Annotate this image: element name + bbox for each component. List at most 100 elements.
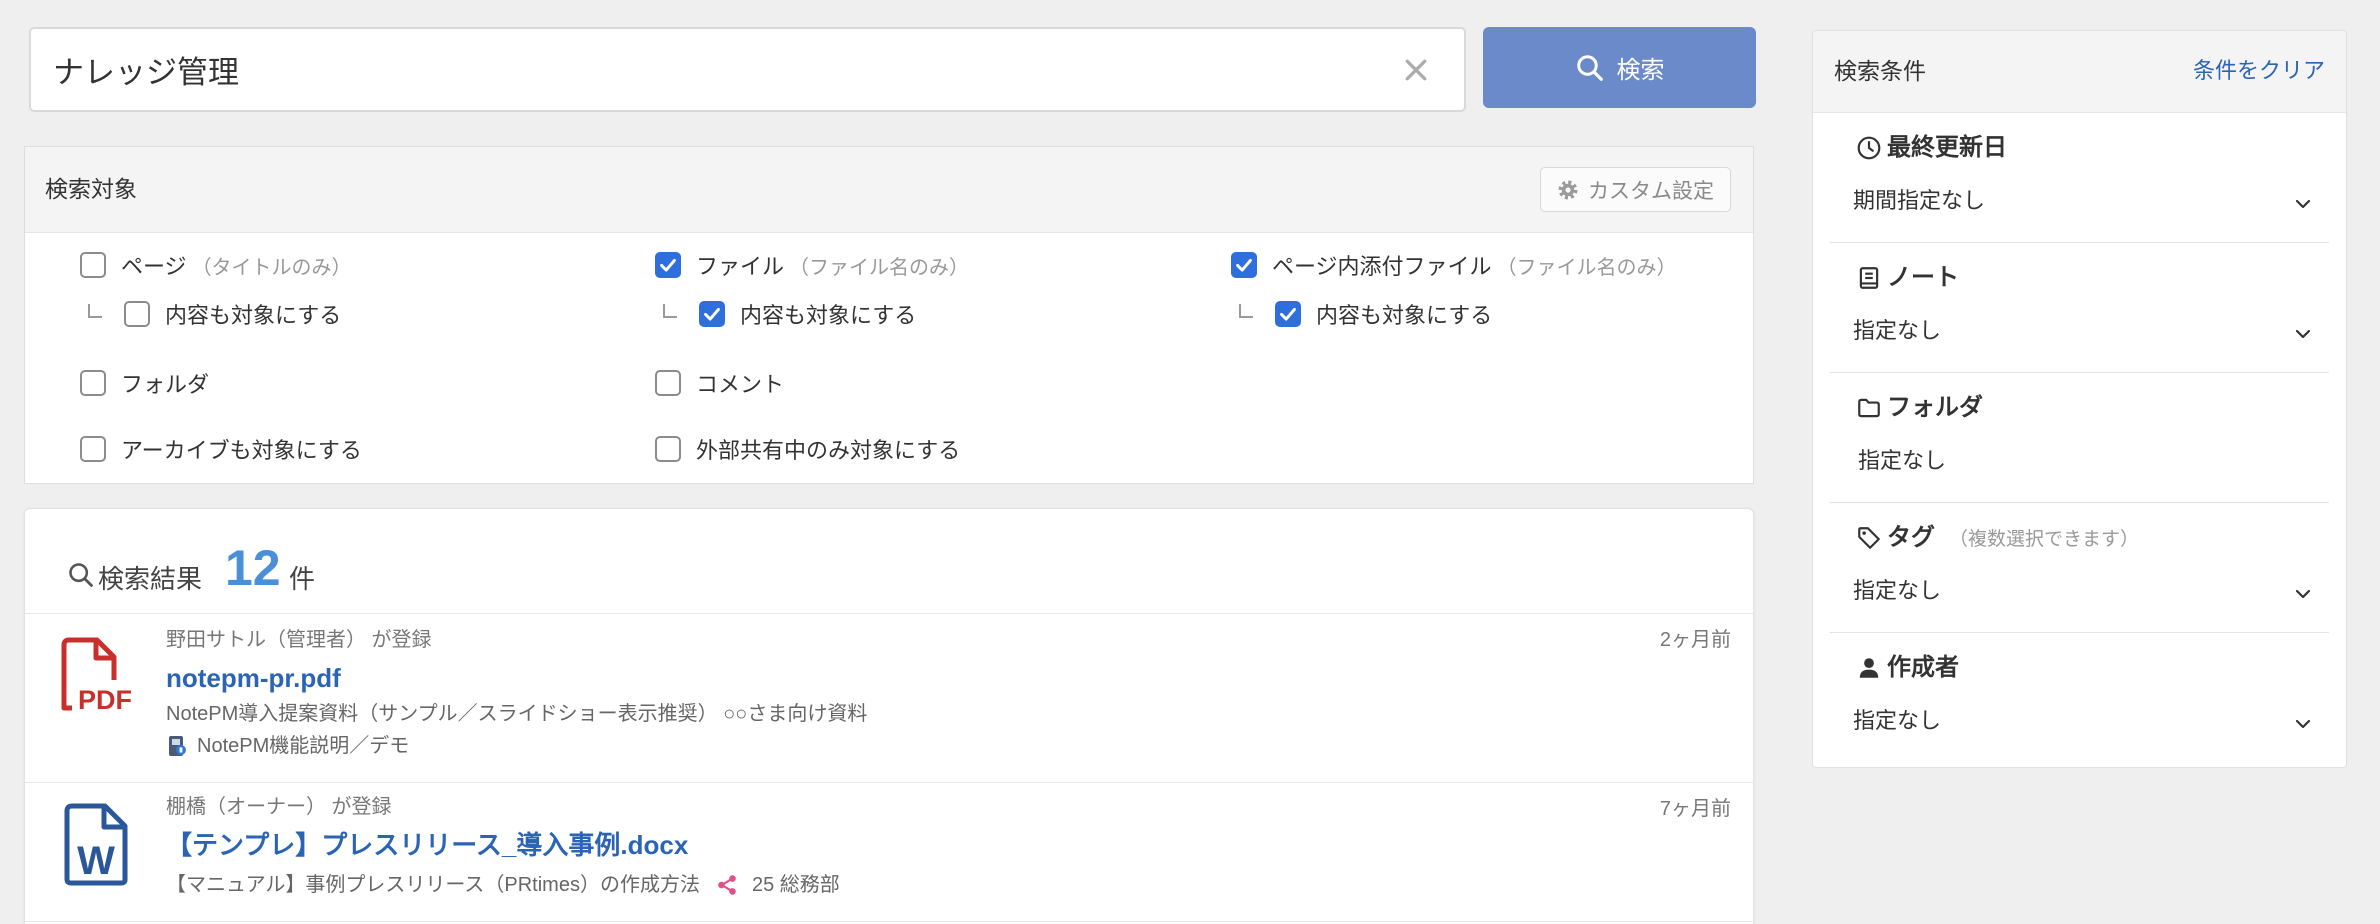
search-button-label: 検索: [1616, 57, 1665, 84]
search-icon: [67, 561, 95, 589]
svg-text:PDF: PDF: [78, 685, 132, 715]
result-title-link[interactable]: 【テンプレ】プレスリリース_導入事例.docx: [166, 825, 1593, 865]
option-label: 内容も対象にする: [1316, 303, 1493, 328]
result-time: 2ヶ月前: [1659, 629, 1731, 651]
option-label: 外部共有中のみ対象にする: [696, 438, 961, 463]
target-option-attachment-content[interactable]: 内容も対象にする: [1239, 299, 1492, 329]
filter-heading: タグ （複数選択できます）: [1887, 523, 2139, 555]
filter-author: 作成者 指定なし: [1830, 633, 2329, 763]
select-value: 指定なし: [1853, 318, 1942, 343]
result-description: 【マニュアル】事例プレスリリース（PRtimes）の作成方法: [166, 874, 700, 896]
share-icon: [718, 875, 736, 895]
checkbox-file-content[interactable]: [699, 301, 725, 327]
results-label: 検索結果: [98, 564, 203, 594]
option-label: コメント: [696, 372, 785, 397]
select-value: 期間指定なし: [1853, 188, 1986, 213]
sidebar-title: 検索条件: [1834, 58, 1926, 84]
checkbox-folder[interactable]: [80, 370, 106, 396]
checkbox-page[interactable]: [80, 252, 106, 278]
filter-updated-date: 最終更新日 期間指定なし: [1830, 113, 2329, 243]
option-label: ページ内添付ファイル: [1272, 254, 1492, 279]
sidebar-header: 検索条件 条件をクリア: [1813, 31, 2346, 113]
search-conditions-sidebar: 検索条件 条件をクリア 最終更新日 期間指定なし ノート 指定なし フォルダ 指…: [1812, 30, 2347, 768]
checkbox-external-share[interactable]: [655, 436, 681, 462]
checkbox-archive[interactable]: [80, 436, 106, 462]
option-label: フォルダ: [121, 372, 210, 397]
target-option-external-share[interactable]: 外部共有中のみ対象にする: [655, 434, 960, 464]
search-input[interactable]: [29, 27, 1466, 112]
checkbox-attachment[interactable]: [1231, 252, 1257, 278]
filter-heading: 作成者: [1887, 654, 1959, 681]
option-label: アーカイブも対象にする: [121, 438, 362, 463]
select-value: 指定なし: [1853, 578, 1942, 603]
note-select[interactable]: 指定なし: [1853, 316, 2323, 346]
option-label: ファイル: [696, 254, 785, 279]
result-item[interactable]: PDF 2ヶ月前 野田サトル（管理者） が登録 notepm-pr.pdf No…: [25, 614, 1753, 783]
filter-hint: （複数選択できます）: [1949, 529, 2140, 550]
note-icon: [169, 736, 186, 756]
person-icon: [1856, 655, 1882, 681]
tag-icon: [1856, 525, 1882, 551]
search-results-panel: 検索結果 12 件 PDF 2ヶ月前 野田サトル（管理者） が登録 notepm…: [24, 508, 1754, 924]
result-description: NotePM導入提案資料（サンプル／スライドショー表示推奨） ○○さま向け資料: [166, 703, 868, 725]
result-note-name[interactable]: 25 総務部: [752, 868, 840, 902]
chevron-down-icon: [2293, 712, 2313, 732]
option-hint: （ファイル名のみ）: [789, 256, 970, 279]
checkbox-comment[interactable]: [655, 370, 681, 396]
folder-icon: [1856, 395, 1882, 421]
search-icon: [1576, 54, 1603, 81]
result-note-link[interactable]: NotePM機能説明／デモ: [166, 730, 1593, 762]
target-option-attachment[interactable]: ページ内添付ファイル （ファイル名のみ）: [1231, 250, 1677, 280]
results-count: 12: [225, 540, 281, 596]
chevron-down-icon: [2293, 582, 2313, 602]
chevron-down-icon: [2293, 192, 2313, 212]
svg-text:W: W: [77, 839, 115, 883]
target-option-archive[interactable]: アーカイブも対象にする: [80, 434, 362, 464]
search-target-header: 検索対象 カスタム設定: [25, 147, 1753, 233]
option-hint: （タイトルのみ）: [191, 256, 352, 279]
target-option-page[interactable]: ページ （タイトルのみ）: [80, 250, 352, 280]
search-target-panel: 検索対象 カスタム設定 ページ （タイトルのみ） ファイル （ファイル名のみ） …: [24, 146, 1754, 484]
filter-note: ノート 指定なし: [1830, 243, 2329, 373]
option-label: 内容も対象にする: [165, 303, 342, 328]
result-registrant: 野田サトル（管理者） が登録: [166, 629, 432, 651]
gear-icon: [1558, 180, 1578, 199]
search-button[interactable]: 検索: [1483, 27, 1756, 108]
result-note-name: NotePM機能説明／デモ: [197, 735, 410, 757]
filter-folder: フォルダ 指定なし: [1830, 373, 2329, 503]
branch-line: [663, 304, 677, 318]
pdf-file-icon: PDF: [56, 636, 136, 718]
filter-heading: フォルダ: [1887, 394, 1983, 421]
target-option-file-content[interactable]: 内容も対象にする: [663, 299, 916, 329]
updated-date-select[interactable]: 期間指定なし: [1853, 186, 2323, 216]
result-title-link[interactable]: notepm-pr.pdf: [166, 658, 1593, 698]
target-option-page-content[interactable]: 内容も対象にする: [88, 299, 341, 329]
folder-value[interactable]: 指定なし: [1858, 446, 2328, 476]
option-hint: （ファイル名のみ）: [1496, 256, 1677, 279]
search-target-title: 検索対象: [45, 176, 137, 202]
checkbox-page-content[interactable]: [124, 301, 150, 327]
checkbox-file[interactable]: [655, 252, 681, 278]
clock-icon: [1856, 135, 1882, 161]
clear-conditions-link[interactable]: 条件をクリア: [2193, 55, 2325, 87]
target-option-file[interactable]: ファイル （ファイル名のみ）: [655, 250, 969, 280]
filter-heading: 最終更新日: [1887, 134, 2007, 161]
clear-icon[interactable]: [1401, 55, 1431, 85]
option-label: ページ: [121, 254, 187, 279]
tag-select[interactable]: 指定なし: [1853, 576, 2323, 606]
result-time: 7ヶ月前: [1659, 798, 1731, 820]
result-item[interactable]: W 7ヶ月前 棚橋（オーナー） が登録 【テンプレ】プレスリリース_導入事例.d…: [25, 783, 1753, 922]
word-file-icon: W: [62, 802, 130, 886]
custom-settings-label: カスタム設定: [1588, 179, 1714, 203]
target-option-folder[interactable]: フォルダ: [80, 368, 209, 398]
filter-tag: タグ （複数選択できます） 指定なし: [1830, 503, 2329, 633]
result-registrant: 棚橋（オーナー） が登録: [166, 796, 392, 818]
target-option-comment[interactable]: コメント: [655, 368, 784, 398]
select-value: 指定なし: [1858, 448, 1947, 473]
author-select[interactable]: 指定なし: [1853, 706, 2323, 736]
result-description-line: 【マニュアル】事例プレスリリース（PRtimes）の作成方法 25 総務部: [166, 868, 1593, 902]
chevron-down-icon: [2293, 322, 2313, 342]
custom-settings-button[interactable]: カスタム設定: [1540, 167, 1731, 212]
option-label: 内容も対象にする: [740, 303, 917, 328]
checkbox-attachment-content[interactable]: [1275, 301, 1301, 327]
